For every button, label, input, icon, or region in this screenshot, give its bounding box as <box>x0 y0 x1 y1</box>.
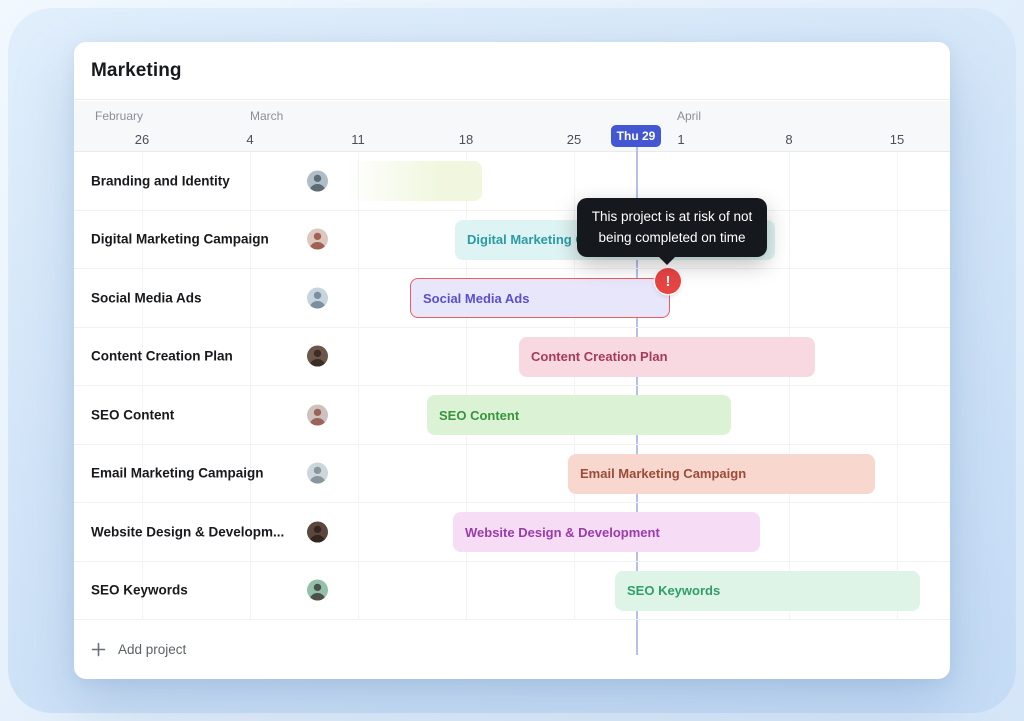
month-label-april: April <box>677 109 702 123</box>
tooltip-line: This project is at risk of not <box>591 209 753 224</box>
board-footer: Add project <box>74 620 950 679</box>
avatar <box>307 170 328 192</box>
date-tick: 15 <box>889 132 905 147</box>
risk-alert-icon[interactable]: ! <box>655 268 681 294</box>
date-tick: 18 <box>458 132 474 147</box>
today-date-pill: Thu 29 <box>611 125 661 147</box>
project-board-window: Marketing February March April 26 4 11 1… <box>74 42 950 679</box>
avatar <box>307 228 328 250</box>
gantt-bar[interactable]: SEO Keywords <box>615 570 920 611</box>
gantt-bar[interactable]: Email Marketing Campaign <box>568 453 875 494</box>
table-row[interactable]: Email Marketing Campaign Email Marketing… <box>74 445 950 503</box>
add-project-button[interactable]: Add project <box>91 642 186 657</box>
avatar <box>307 579 328 601</box>
plus-icon <box>91 642 106 657</box>
table-row[interactable]: SEO Keywords SEO Keywords <box>74 562 950 620</box>
month-label-march: March <box>250 109 284 123</box>
risk-tooltip: This project is at risk of not being com… <box>577 198 767 266</box>
add-project-label: Add project <box>118 642 187 657</box>
table-row[interactable]: Website Design & Developm... Website Des… <box>74 503 950 562</box>
project-name[interactable]: Email Marketing Campaign <box>91 466 264 481</box>
gantt-bar[interactable]: Content Creation Plan <box>519 336 815 377</box>
project-name[interactable]: Content Creation Plan <box>91 349 233 364</box>
title-bar: Marketing <box>74 42 950 100</box>
table-row[interactable]: SEO Content SEO Content <box>74 386 950 445</box>
avatar <box>307 287 328 309</box>
gantt-bar[interactable]: Website Design & Development <box>453 512 760 552</box>
date-tick: 8 <box>785 132 793 147</box>
project-name[interactable]: SEO Keywords <box>91 583 188 598</box>
gantt-bar[interactable]: SEO Content <box>427 395 731 435</box>
gantt-bar-at-risk[interactable]: Social Media Ads <box>410 278 670 318</box>
avatar <box>307 345 328 367</box>
project-rows: Branding and Identity Digital Marketing … <box>74 152 950 620</box>
date-tick: 4 <box>246 132 254 147</box>
project-name[interactable]: Website Design & Developm... <box>91 524 284 539</box>
tooltip-line: being completed on time <box>598 229 746 245</box>
table-row[interactable]: Branding and Identity <box>74 152 950 211</box>
table-row[interactable]: Content Creation Plan Content Creation P… <box>74 328 950 386</box>
project-name[interactable]: Branding and Identity <box>91 173 230 188</box>
page-title: Marketing <box>91 59 182 81</box>
avatar <box>307 462 328 484</box>
project-name[interactable]: SEO Content <box>91 407 174 422</box>
date-tick: 26 <box>134 132 150 147</box>
avatar <box>307 404 328 426</box>
timeline-header: February March April 26 4 11 18 25 1 8 1… <box>74 101 950 152</box>
date-tick: 25 <box>566 132 582 147</box>
project-name[interactable]: Social Media Ads <box>91 290 202 305</box>
date-tick: 11 <box>351 132 365 147</box>
date-tick: 1 <box>677 132 685 147</box>
month-label-february: February <box>95 109 144 123</box>
avatar <box>307 521 328 543</box>
project-name[interactable]: Digital Marketing Campaign <box>91 232 269 247</box>
table-row[interactable]: Social Media Ads Social Media Ads <box>74 269 950 328</box>
table-row[interactable]: Digital Marketing Campaign Digital Marke… <box>74 211 950 269</box>
gantt-bar[interactable] <box>345 161 482 201</box>
